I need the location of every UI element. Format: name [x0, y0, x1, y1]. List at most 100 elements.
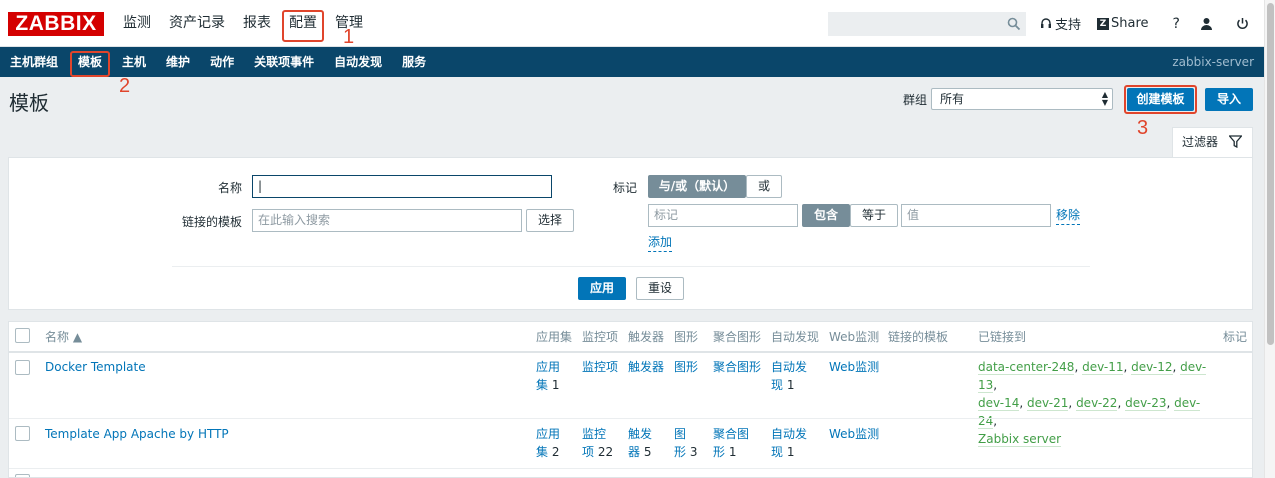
scrollbar-thumb[interactable]: [1267, 3, 1274, 345]
row-apps-cell: 应用集 1: [536, 360, 561, 392]
column-header-apps: 应用集: [536, 330, 573, 344]
menu-reports[interactable]: 报表: [234, 0, 280, 47]
menu-inventory[interactable]: 资产记录: [160, 0, 234, 47]
select-button[interactable]: 选择: [526, 209, 574, 232]
row-graphs-link[interactable]: 图形: [674, 358, 698, 376]
column-header-discovery: 自动发现: [771, 330, 820, 344]
linked-host[interactable]: data-center-248: [978, 360, 1075, 375]
submenu-event-correlation[interactable]: 关联项事件: [244, 47, 324, 77]
sub-menu: 主机群组 模板 主机 维护 动作 关联项事件 自动发现 服务: [0, 47, 436, 77]
column-header-graphs: 图形: [674, 330, 699, 344]
tag-remove-link[interactable]: 移除: [1056, 206, 1081, 225]
linked-host[interactable]: dev-22: [1076, 396, 1118, 411]
row-triggers-cell: 触发器 5: [628, 427, 653, 459]
tags-label: 标记: [612, 181, 637, 195]
tag-equals-toggle[interactable]: 等于: [850, 204, 898, 227]
group-label: 群组: [903, 93, 928, 107]
name-label: 名称: [217, 181, 242, 195]
global-search[interactable]: [828, 12, 1026, 36]
tags-and-or-toggle[interactable]: 与/或（默认）: [648, 175, 746, 198]
share-link[interactable]: Z Share: [1097, 16, 1149, 31]
submenu-services[interactable]: 服务: [392, 47, 436, 77]
support-link[interactable]: 支持: [1040, 14, 1081, 33]
column-header-linked-templates: 链接的模板: [888, 330, 949, 344]
row-discovery-cell: 自动发现 1: [771, 427, 808, 459]
search-icon[interactable]: [1007, 17, 1021, 31]
linked-host[interactable]: dev-14: [978, 396, 1020, 411]
select-arrows-icon: ▲ ▼: [1101, 90, 1108, 107]
templates-table: 名称 ▲ 应用集 监控项 触发器 图形 聚合图形 自动发现 Web监测 链接的模…: [8, 321, 1253, 478]
submenu-hosts[interactable]: 主机: [112, 47, 156, 77]
menu-configuration[interactable]: 配置: [280, 0, 326, 47]
row-screens-link[interactable]: 聚合图形: [713, 358, 761, 376]
top-bar: ZABBIX 监测 资产记录 报表 配置 管理 支持 Z Share ?: [0, 0, 1275, 47]
annotation-1: 1: [343, 26, 355, 48]
template-name-link[interactable]: Docker Template: [45, 358, 146, 376]
row-divider: [9, 418, 1252, 419]
reset-button[interactable]: 重设: [636, 277, 684, 300]
linked-templates-input[interactable]: 在此输入搜索: [252, 209, 522, 232]
row-screens-cell: 聚合图形 1: [713, 427, 750, 459]
zabbix-logo[interactable]: ZABBIX: [8, 12, 104, 36]
column-header-web: Web监测: [829, 330, 880, 344]
submenu-templates[interactable]: 模板: [68, 47, 112, 77]
create-template-button[interactable]: 创建模板: [1124, 85, 1197, 114]
linked-host[interactable]: dev-12: [1131, 360, 1173, 375]
share-icon: Z: [1097, 17, 1110, 30]
page-title: 模板: [9, 91, 49, 115]
top-links: 支持 Z Share ?: [1040, 0, 1268, 47]
row-checkbox[interactable]: [15, 426, 30, 441]
tag-value-input[interactable]: 值: [901, 204, 1051, 227]
user-icon: [1200, 18, 1212, 30]
linked-host[interactable]: Zabbix server: [978, 432, 1062, 447]
name-input[interactable]: |: [252, 175, 552, 198]
column-header-name[interactable]: 名称 ▲: [45, 322, 82, 352]
tag-name-input[interactable]: 标记: [648, 204, 798, 227]
column-header-screens: 聚合图形: [713, 330, 762, 344]
power-icon: [1237, 18, 1248, 29]
tags-or-toggle[interactable]: 或: [746, 175, 782, 198]
filter-divider: [172, 266, 1090, 267]
linked-host[interactable]: dev-11: [1082, 360, 1124, 375]
row-checkbox[interactable]: [15, 360, 30, 375]
row-triggers-link[interactable]: 触发器: [628, 358, 664, 376]
row-graphs-cell: 图形 3: [674, 427, 698, 459]
row-divider: [9, 468, 1252, 469]
row-apps-cell: 应用集 2: [536, 427, 561, 459]
row-checkbox[interactable]: [15, 474, 30, 477]
select-all-checkbox[interactable]: [15, 328, 30, 343]
user-profile-link[interactable]: [1200, 17, 1216, 30]
header-divider: [9, 351, 1252, 353]
linked-host[interactable]: dev-23: [1125, 396, 1167, 411]
submenu-maintenance[interactable]: 维护: [156, 47, 200, 77]
server-name: zabbix-server: [1172, 55, 1254, 69]
menu-monitoring[interactable]: 监测: [114, 0, 160, 47]
page-scrollbar[interactable]: [1264, 0, 1275, 478]
column-header-tags: 标记: [1223, 330, 1248, 344]
tag-add-link[interactable]: 添加: [648, 233, 673, 252]
row-items-cell: 监控项 22: [582, 427, 614, 459]
group-select[interactable]: 所有 ▲ ▼: [931, 88, 1113, 110]
row-items-link[interactable]: 监控项: [582, 358, 618, 376]
submenu-actions[interactable]: 动作: [200, 47, 244, 77]
apply-button[interactable]: 应用: [578, 277, 626, 300]
row-web-link[interactable]: Web监测: [829, 425, 879, 443]
tag-contains-toggle[interactable]: 包含: [802, 204, 850, 227]
column-header-items: 监控项: [582, 330, 619, 344]
template-name-link[interactable]: Template App Apache by HTTP: [45, 425, 229, 443]
import-button[interactable]: 导入: [1205, 88, 1253, 111]
submenu-discovery[interactable]: 自动发现: [324, 47, 392, 77]
linked-templates-label: 链接的模板: [181, 215, 242, 229]
column-header-triggers: 触发器: [628, 330, 665, 344]
filter-tab[interactable]: 过滤器: [1172, 127, 1253, 158]
search-input[interactable]: [829, 13, 999, 35]
logout-link[interactable]: [1236, 17, 1252, 30]
help-link[interactable]: ?: [1173, 16, 1180, 32]
group-select-value: 所有: [940, 92, 965, 106]
annotation-3: 3: [1137, 117, 1149, 139]
row-web-link[interactable]: Web监测: [829, 358, 879, 376]
row-linked-to-cell: data-center-248, dev-11, dev-12, dev-13,…: [978, 360, 1207, 447]
linked-host[interactable]: dev-21: [1027, 396, 1069, 411]
filter-panel: 名称 | 链接的模板 在此输入搜索 选择 标记 与/或（默认） 或 标记 包含 …: [8, 157, 1253, 310]
submenu-host-groups[interactable]: 主机群组: [0, 47, 68, 77]
